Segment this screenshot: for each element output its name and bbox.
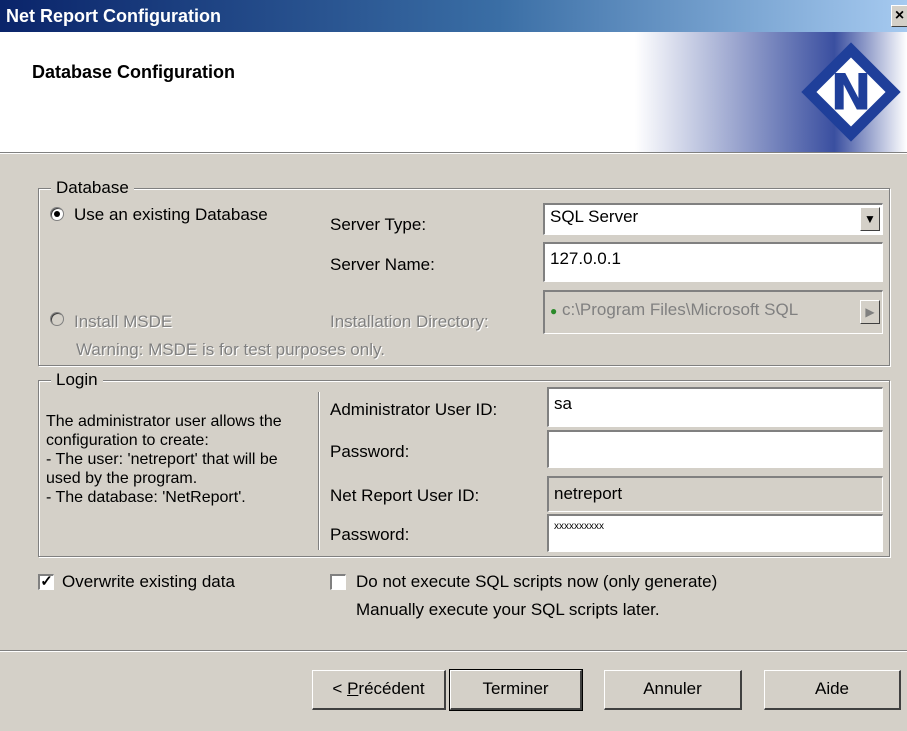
install-msde-label[interactable]: Install MSDE [74, 312, 172, 332]
msde-warning: Warning: MSDE is for test purposes only. [76, 340, 385, 359]
folder-dot-icon: ● [550, 304, 558, 318]
server-type-select[interactable]: SQL Server ▼ [543, 203, 883, 235]
netreport-password-value: xxxxxxxxxx [554, 521, 604, 532]
server-type-value: SQL Server [550, 207, 639, 226]
overwrite-label[interactable]: Overwrite existing data [62, 572, 235, 592]
install-dir-label: Installation Directory: [330, 312, 489, 331]
logo-letter: N [830, 63, 872, 121]
server-name-input[interactable]: 127.0.0.1 [543, 242, 883, 282]
netreport-id-value: netreport [554, 484, 623, 503]
checkmark-icon: ✓ [40, 573, 53, 590]
install-dir-value: c:\Program Files\Microsoft SQL [561, 300, 799, 319]
net-report-logo-icon: N [801, 42, 901, 142]
use-existing-radio[interactable] [50, 207, 64, 221]
use-existing-label[interactable]: Use an existing Database [74, 205, 268, 225]
no-execute-checkbox[interactable] [330, 574, 346, 590]
admin-id-value: sa [554, 394, 572, 413]
close-icon: × [894, 7, 905, 24]
chevron-right-icon[interactable]: ▶ [860, 300, 880, 324]
cancel-button[interactable]: Annuler [604, 670, 742, 710]
admin-password-label: Password: [330, 442, 410, 461]
login-description: The administrator user allows the config… [46, 413, 282, 506]
footer-separator [0, 650, 907, 652]
window-title: Net Report Configuration [6, 6, 221, 26]
finish-button[interactable]: Terminer [449, 669, 583, 711]
back-mnemonic: P [347, 679, 359, 698]
netreport-id-input[interactable]: netreport [547, 476, 883, 512]
server-type-label: Server Type: [330, 215, 427, 234]
netreport-password-label: Password: [330, 525, 410, 544]
login-divider [318, 392, 320, 550]
server-name-value: 127.0.0.1 [550, 249, 621, 268]
netreport-password-input[interactable]: xxxxxxxxxx [547, 514, 883, 552]
admin-id-label: Administrator User ID: [330, 400, 498, 419]
admin-id-input[interactable]: sa [547, 387, 883, 427]
wizard-header: Database Configuration N [0, 32, 907, 152]
admin-password-input[interactable] [547, 430, 883, 468]
server-name-label: Server Name: [330, 255, 435, 274]
no-execute-label[interactable]: Do not execute SQL scripts now (only gen… [356, 572, 717, 592]
netreport-id-label: Net Report User ID: [330, 486, 480, 505]
database-legend: Database [51, 178, 134, 198]
back-prefix: < [332, 679, 348, 698]
title-bar: Net Report Configuration × [0, 0, 907, 32]
header-separator [0, 152, 907, 154]
overwrite-checkbox[interactable]: ✓ [38, 574, 54, 590]
page-title: Database Configuration [32, 62, 236, 82]
back-label-rest: récédent [358, 679, 425, 698]
chevron-down-icon[interactable]: ▼ [860, 207, 880, 231]
back-button[interactable]: < Précédent [312, 670, 446, 710]
help-button[interactable]: Aide [764, 670, 901, 710]
login-legend: Login [51, 370, 103, 390]
close-button[interactable]: × [891, 5, 907, 27]
install-dir-input[interactable]: ● c:\Program Files\Microsoft SQL ▶ [543, 290, 883, 334]
no-execute-sublabel: Manually execute your SQL scripts later. [356, 600, 660, 619]
install-msde-radio[interactable] [50, 312, 64, 326]
